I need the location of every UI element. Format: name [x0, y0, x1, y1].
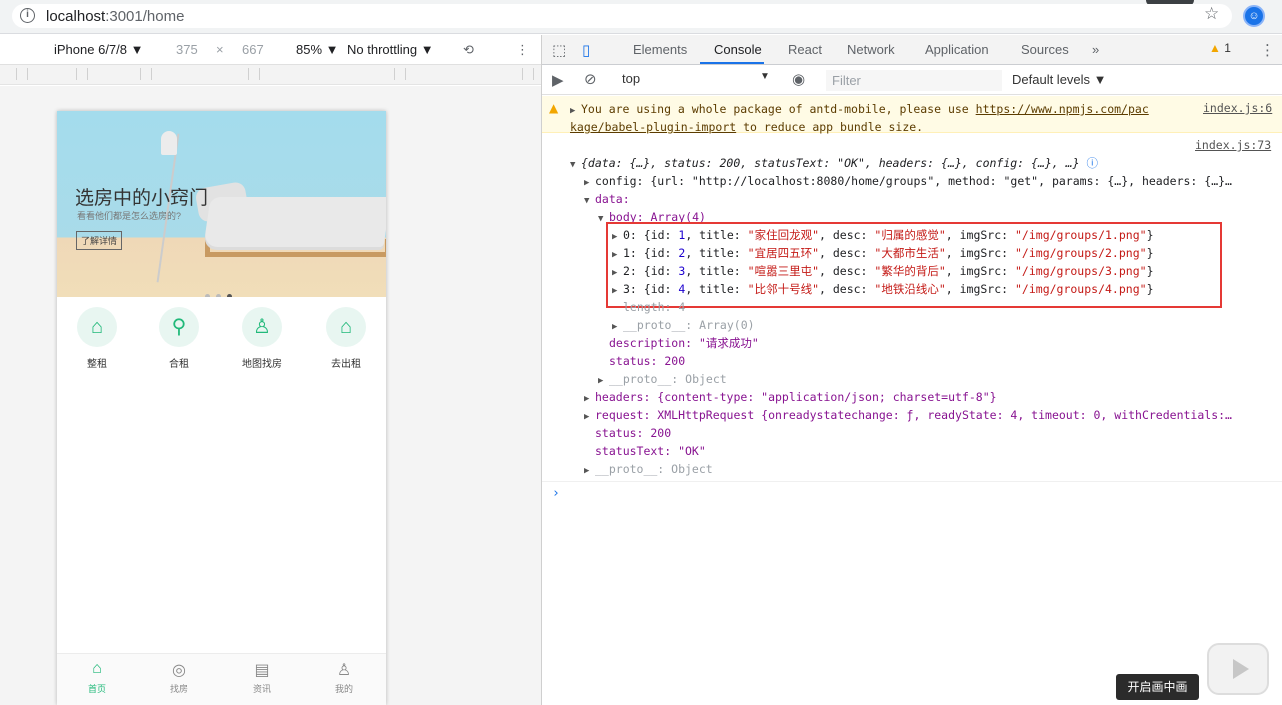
tab-elements[interactable]: Elements: [633, 42, 687, 57]
inspect-element-icon[interactable]: ⬚: [552, 41, 566, 59]
banner-lamp-head: [161, 131, 177, 155]
news-icon: ▤: [254, 662, 270, 679]
tab-network[interactable]: Network: [847, 42, 895, 57]
nav-item-shared-rent[interactable]: ⚲ 合租: [144, 307, 214, 370]
active-tab-indicator: [700, 62, 764, 64]
log-summary-line[interactable]: ▼ {data: {…}, status: 200, statusText: "O…: [570, 154, 1098, 174]
warning-icon: ▲: [1209, 41, 1221, 55]
media-query-ruler: [0, 65, 541, 85]
map-person-icon: ♙: [242, 307, 282, 347]
console-warning[interactable]: ▲ ▶ You are using a whole package of antd…: [542, 96, 1282, 134]
console-prompt[interactable]: ›: [552, 486, 560, 501]
config-line[interactable]: ▶ config: {url: "http://localhost:8080/ho…: [584, 172, 1232, 192]
nav-label: 合租: [169, 359, 189, 370]
highlight-box: [606, 222, 1222, 308]
status-inner-line: status: 200: [609, 354, 686, 368]
tab-label: 资讯: [252, 684, 271, 694]
nav-item-whole-rent[interactable]: ⌂ 整租: [62, 307, 132, 370]
length-line: length: 4: [623, 300, 686, 314]
sidebar-toggle-icon[interactable]: ▶: [552, 71, 564, 89]
devtools-menu-icon[interactable]: ⋮: [1260, 41, 1275, 59]
search-icon: ◎: [172, 662, 186, 679]
nav-label: 整租: [87, 359, 107, 370]
headers-line[interactable]: ▶ headers: {content-type: "application/js…: [584, 388, 997, 408]
tab-label: 我的: [334, 684, 353, 694]
data-proto-line[interactable]: ▶ __proto__: Object: [598, 370, 727, 390]
warning-icon: ▲: [549, 101, 559, 115]
device-toggle-icon[interactable]: ▯: [582, 41, 590, 59]
banner-sofa: [203, 197, 386, 247]
dimension-separator: ×: [216, 42, 224, 57]
tab-label: 首页: [87, 684, 106, 694]
array-proto-line[interactable]: ▶ __proto__: Array(0): [612, 316, 755, 336]
banner-subtitle: 看看他们都是怎么选房的?: [77, 211, 182, 221]
url-field[interactable]: i localhost:3001/home: [12, 4, 1232, 28]
pip-button[interactable]: 开启画中画: [1116, 674, 1199, 700]
house-icon: ⌂: [77, 307, 117, 347]
nav-item-map-search[interactable]: ♙ 地图找房: [227, 307, 297, 370]
info-icon[interactable]: i: [20, 8, 35, 23]
tab-application[interactable]: Application: [925, 42, 989, 57]
tab-home[interactable]: ⌂ 首页: [67, 660, 127, 695]
throttle-select[interactable]: No throttling ▼: [347, 42, 434, 57]
house-plus-icon: ⌂: [326, 307, 366, 347]
console-output: ▲ ▶ You are using a whole package of antd…: [542, 96, 1282, 705]
console-toolbar: ▶ ⊘ top ▼ ◉ Filter Default levels ▼: [542, 66, 1282, 95]
nav-label: 去出租: [331, 359, 361, 370]
response-proto-line[interactable]: ▶ __proto__: Object: [584, 460, 713, 480]
swiper-dots: [205, 286, 238, 297]
zoom-select[interactable]: 85% ▼: [296, 42, 339, 57]
rotate-icon[interactable]: ⟲: [463, 42, 474, 58]
tab-sources[interactable]: Sources: [1021, 42, 1069, 57]
status-line: status: 200: [595, 426, 672, 440]
device-select[interactable]: iPhone 6/7/8 ▼: [54, 42, 143, 57]
profile-avatar-icon[interactable]: ☺: [1243, 5, 1265, 27]
filter-input[interactable]: Filter: [826, 70, 1002, 91]
tab-label: 找房: [169, 684, 188, 694]
banner-detail-button[interactable]: 了解详情: [76, 231, 123, 250]
levels-select[interactable]: Default levels ▼: [1012, 72, 1107, 87]
tab-find-house[interactable]: ◎ 找房: [149, 660, 209, 695]
device-height-input[interactable]: 667: [242, 42, 264, 57]
home-icon: ⌂: [92, 660, 102, 677]
nav-item-rent-out[interactable]: ⌂ 去出租: [311, 307, 381, 370]
people-icon: ⚲: [159, 307, 199, 347]
video-player-icon[interactable]: [1207, 643, 1269, 695]
device-toolbar: iPhone 6/7/8 ▼ 375 × 667 85% ▼ No thrott…: [0, 35, 541, 65]
data-line[interactable]: ▼ data:: [584, 190, 630, 210]
tab-news[interactable]: ▤ 资讯: [232, 660, 292, 695]
context-select[interactable]: top ▼: [622, 71, 772, 90]
phone-screen: 选房中的小窍门 看看他们都是怎么选房的? 了解详情 ⌂ 整租 ⚲ 合租 ♙ 地图…: [57, 111, 386, 705]
browser-address-bar: i localhost:3001/home ☆ ☺: [0, 0, 1282, 34]
swiper-banner[interactable]: 选房中的小窍门 看看他们都是怎么选房的? 了解详情: [57, 111, 386, 297]
clear-console-icon[interactable]: ⊘: [584, 70, 597, 88]
more-options-icon[interactable]: ⋮: [516, 42, 529, 58]
description-line: description: "请求成功": [609, 336, 759, 350]
more-tabs-button[interactable]: »: [1092, 42, 1099, 57]
url-text: localhost:3001/home: [46, 8, 185, 25]
log-source-link[interactable]: index.js:73: [1195, 138, 1271, 152]
npm-link[interactable]: https://www.npmjs.com/pac: [976, 102, 1149, 116]
nav-label: 地图找房: [242, 359, 282, 370]
tab-bar: ⌂ 首页 ◎ 找房 ▤ 资讯 ♙ 我的: [57, 653, 386, 705]
warning-count-badge[interactable]: ▲ 1: [1209, 41, 1231, 55]
nav-menu: ⌂ 整租 ⚲ 合租 ♙ 地图找房 ⌂ 去出租: [57, 307, 386, 377]
tab-console[interactable]: Console: [714, 42, 762, 57]
bookmark-star-icon[interactable]: ☆: [1204, 4, 1219, 24]
user-icon: ♙: [336, 662, 352, 679]
banner-title: 选房中的小窍门: [75, 188, 209, 209]
tab-profile[interactable]: ♙ 我的: [314, 660, 374, 695]
eye-icon[interactable]: ◉: [792, 70, 805, 88]
devtools-tab-bar: ⬚ ▯ Elements Console React Network Appli…: [542, 35, 1282, 65]
status-text-line: statusText: "OK": [595, 444, 706, 458]
device-width-input[interactable]: 375: [176, 42, 198, 57]
warning-source-link[interactable]: index.js:6: [1203, 101, 1272, 115]
tab-react[interactable]: React: [788, 42, 822, 57]
warning-message: ▶ You are using a whole package of antd-m…: [570, 102, 1149, 134]
request-line[interactable]: ▶ request: XMLHttpRequest {onreadystatech…: [584, 406, 1232, 426]
prompt-divider: [542, 481, 1282, 482]
